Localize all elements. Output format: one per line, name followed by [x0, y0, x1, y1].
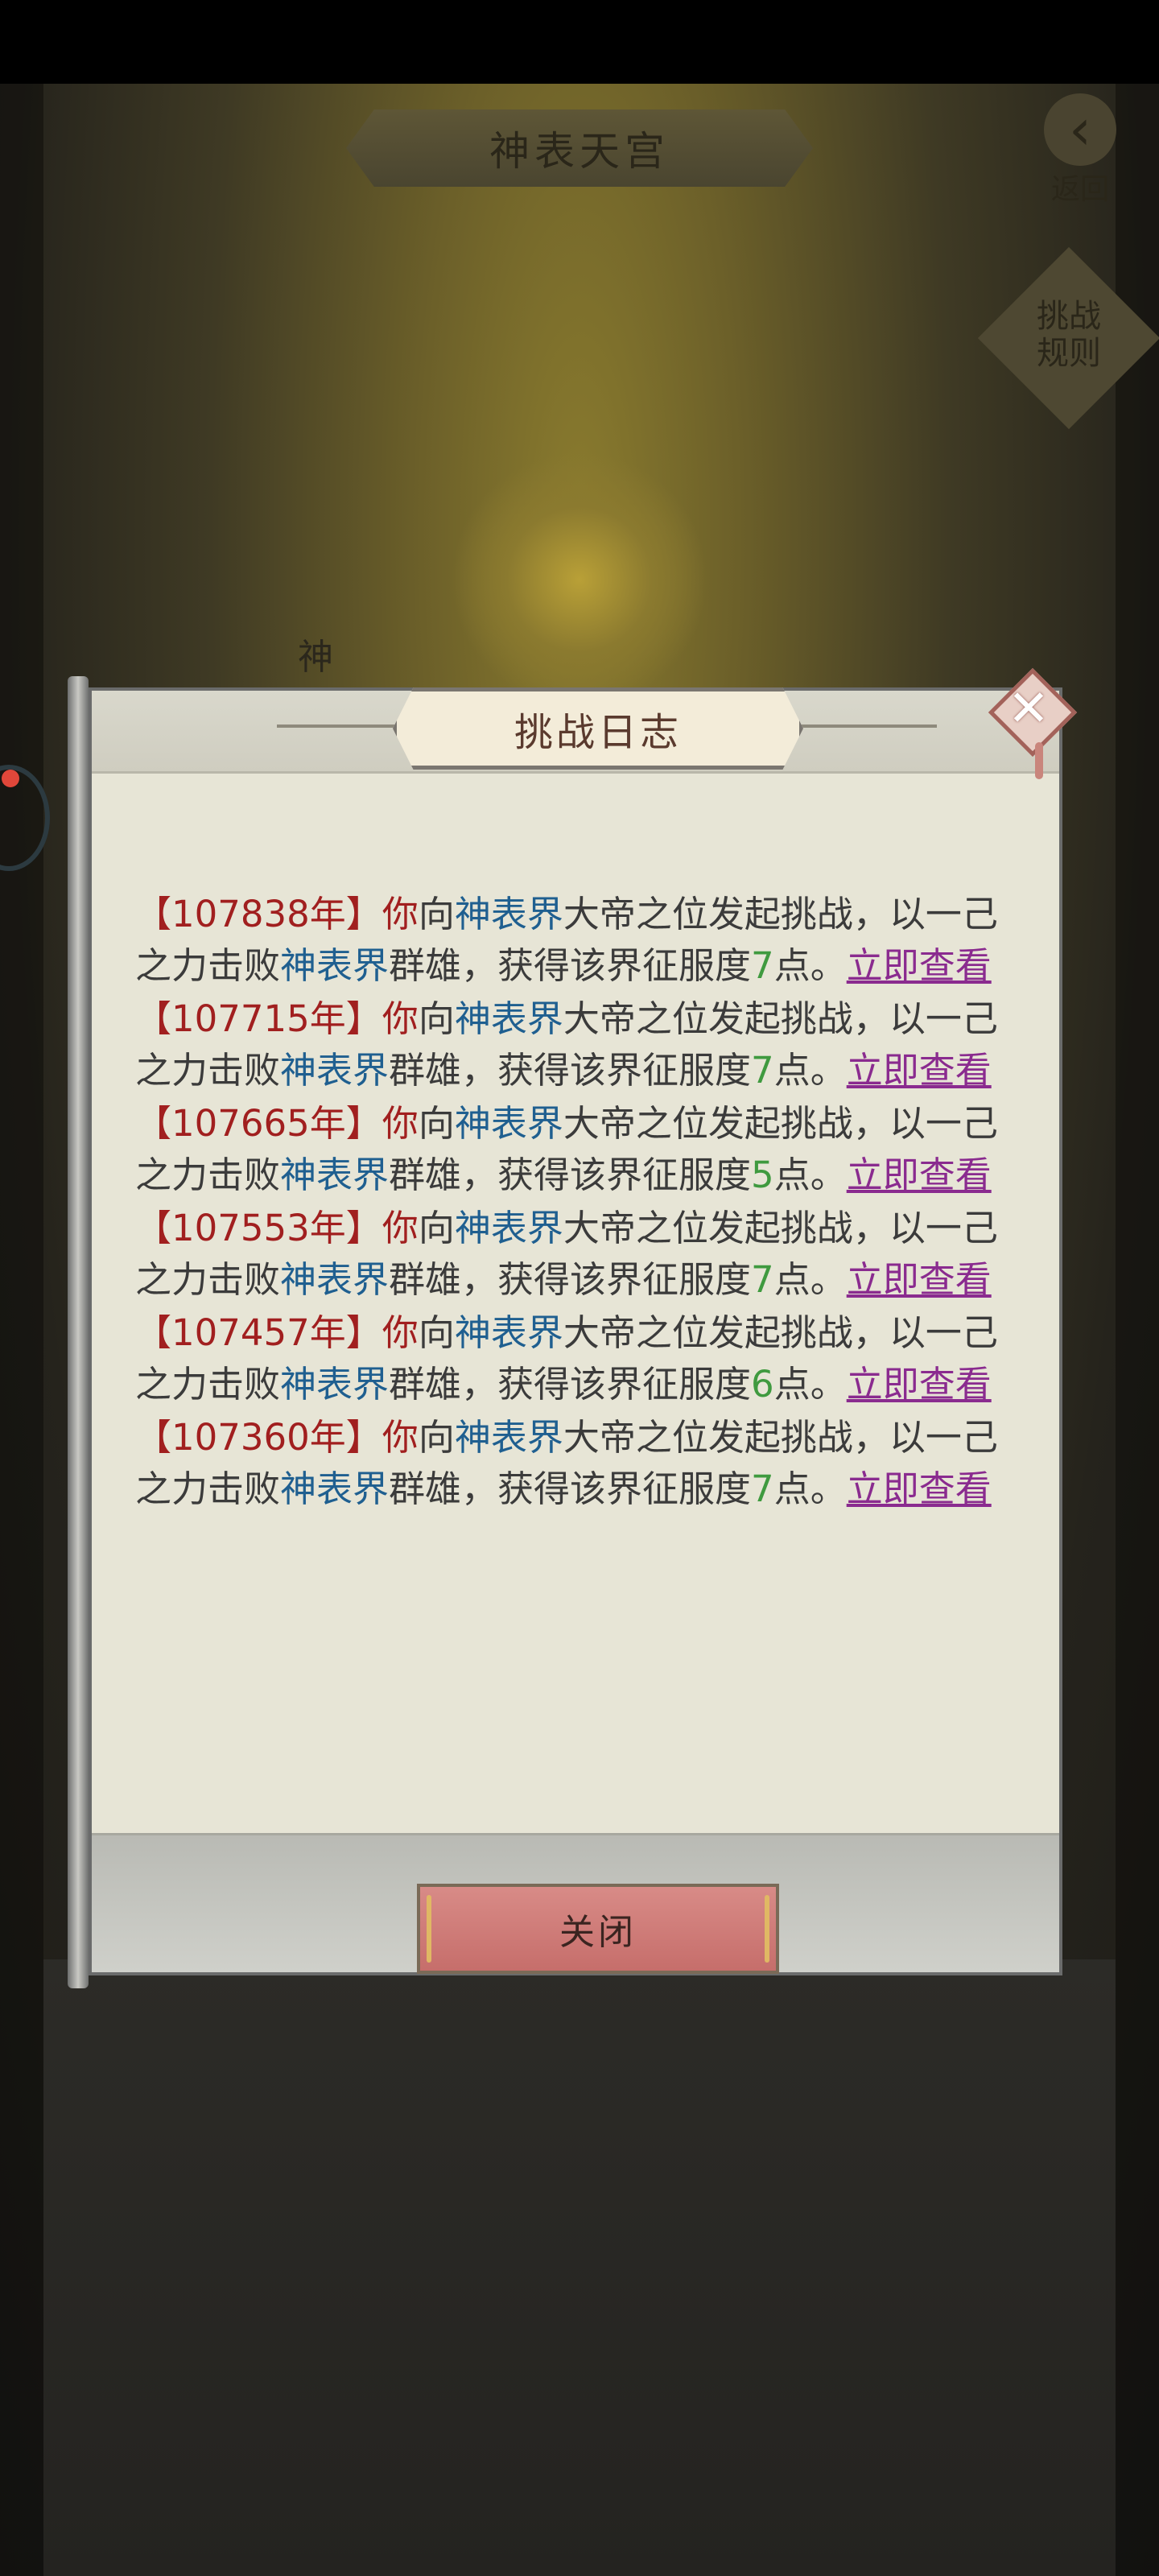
view-now-link[interactable]: 立即查看 — [847, 1258, 992, 1301]
dialog-close-x-button[interactable]: ✕ — [988, 667, 1078, 779]
log-points: 7 — [751, 1468, 774, 1510]
log-text: 群雄，获得该界征服度 — [389, 944, 752, 987]
log-realm: 神表界 — [454, 1416, 563, 1459]
log-realm: 神表界 — [280, 1363, 390, 1406]
log-year: 【107360年】 — [135, 1416, 382, 1459]
view-now-link[interactable]: 立即查看 — [847, 1363, 992, 1406]
back-button[interactable]: ‹ 返回 — [1032, 93, 1128, 208]
log-subject: 你 — [382, 1207, 419, 1249]
log-year: 【107457年】 — [135, 1311, 382, 1354]
tassel-ornament — [1035, 742, 1043, 779]
close-button-label: 关闭 — [559, 1912, 637, 1953]
log-points: 6 — [751, 1363, 774, 1406]
log-realm: 神表界 — [454, 1207, 563, 1249]
log-text: 群雄，获得该界征服度 — [389, 1363, 752, 1406]
view-now-link[interactable]: 立即查看 — [847, 944, 992, 987]
log-points: 7 — [751, 1258, 774, 1301]
emperor-throne-glow — [451, 451, 708, 708]
notification-dot — [2, 770, 19, 787]
challenge-rules-label[interactable]: 挑战 规则 — [1004, 298, 1133, 372]
log-text: 向 — [418, 1207, 455, 1249]
close-icon: ✕ — [1008, 679, 1050, 737]
log-text: 点。 — [773, 944, 847, 987]
log-realm: 神表界 — [280, 1049, 390, 1092]
log-subject: 你 — [382, 893, 419, 935]
dialog-paper: 挑战日志 【107838年】你向神表界大帝之位发起挑战，以一己之力击败神表界群雄… — [89, 687, 1062, 1975]
view-now-link[interactable]: 立即查看 — [847, 1468, 992, 1510]
log-text: 群雄，获得该界征服度 — [389, 1468, 752, 1510]
log-realm: 神表界 — [454, 997, 563, 1040]
log-entry: 【107457年】你向神表界大帝之位发起挑战，以一己之力击败神表界群雄，获得该界… — [135, 1307, 1029, 1410]
log-year: 【107715年】 — [135, 997, 382, 1040]
log-points: 5 — [751, 1154, 774, 1196]
log-realm: 神表界 — [280, 1468, 390, 1510]
log-text: 点。 — [773, 1363, 847, 1406]
scroll-rod — [68, 676, 89, 1988]
log-points: 7 — [751, 944, 774, 987]
log-text: 向 — [418, 1102, 455, 1145]
back-label: 返回 — [1050, 173, 1109, 206]
log-realm: 神表界 — [280, 944, 390, 987]
log-text: 群雄，获得该界征服度 — [389, 1154, 752, 1196]
log-subject: 你 — [382, 1311, 419, 1354]
log-realm: 神表界 — [454, 1102, 563, 1145]
status-bar — [0, 0, 1159, 84]
log-text: 群雄，获得该界征服度 — [389, 1258, 752, 1301]
page-title-banner: 神表天宫 — [346, 109, 813, 187]
log-entry: 【107715年】你向神表界大帝之位发起挑战，以一己之力击败神表界群雄，获得该界… — [135, 993, 1029, 1096]
log-text: 向 — [418, 997, 455, 1040]
log-text: 群雄，获得该界征服度 — [389, 1049, 752, 1092]
log-subject: 你 — [382, 1416, 419, 1459]
log-points: 7 — [751, 1049, 774, 1092]
button-ornament-right — [765, 1895, 769, 1963]
lower-panel — [43, 1959, 1116, 2576]
dialog-title: 挑战日志 — [514, 710, 682, 755]
page-title: 神表天宫 — [489, 128, 670, 175]
left-shade — [0, 84, 43, 2576]
dialog-title-plate: 挑战日志 — [393, 687, 803, 770]
log-list[interactable]: 【107838年】你向神表界大帝之位发起挑战，以一己之力击败神表界群雄，获得该界… — [135, 889, 1029, 1847]
log-year: 【107553年】 — [135, 1207, 382, 1249]
log-entry: 【107838年】你向神表界大帝之位发起挑战，以一己之力击败神表界群雄，获得该界… — [135, 889, 1029, 992]
view-now-link[interactable]: 立即查看 — [847, 1049, 992, 1092]
log-realm: 神表界 — [454, 893, 563, 935]
log-text: 点。 — [773, 1154, 847, 1196]
pillar-character: 神 — [298, 637, 333, 678]
log-text: 点。 — [773, 1468, 847, 1510]
log-subject: 你 — [382, 997, 419, 1040]
log-text: 点。 — [773, 1049, 847, 1092]
log-year: 【107838年】 — [135, 893, 382, 935]
view-now-link[interactable]: 立即查看 — [847, 1154, 992, 1196]
log-realm: 神表界 — [280, 1154, 390, 1196]
log-text: 点。 — [773, 1258, 847, 1301]
rules-label-line1: 挑战 — [1037, 298, 1101, 335]
log-text: 向 — [418, 1416, 455, 1459]
log-realm: 神表界 — [280, 1258, 390, 1301]
log-year: 【107665年】 — [135, 1102, 382, 1145]
back-arrow-icon: ‹ — [1044, 93, 1116, 166]
rules-label-line2: 规则 — [1037, 335, 1101, 372]
close-button[interactable]: 关闭 — [417, 1884, 779, 1974]
button-ornament-left — [427, 1895, 431, 1963]
log-realm: 神表界 — [454, 1311, 563, 1354]
log-text: 向 — [418, 1311, 455, 1354]
log-entry: 【107360年】你向神表界大帝之位发起挑战，以一己之力击败神表界群雄，获得该界… — [135, 1412, 1029, 1515]
right-shade — [1116, 84, 1159, 2576]
log-entry: 【107665年】你向神表界大帝之位发起挑战，以一己之力击败神表界群雄，获得该界… — [135, 1098, 1029, 1201]
log-entry: 【107553年】你向神表界大帝之位发起挑战，以一己之力击败神表界群雄，获得该界… — [135, 1203, 1029, 1306]
log-subject: 你 — [382, 1102, 419, 1145]
challenge-log-dialog: 挑战日志 【107838年】你向神表界大帝之位发起挑战，以一己之力击败神表界群雄… — [68, 667, 1078, 1988]
log-text: 向 — [418, 893, 455, 935]
